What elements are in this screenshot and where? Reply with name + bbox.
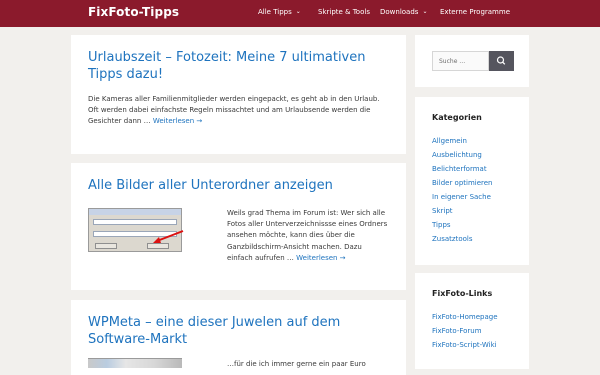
post-excerpt: …für die ich immer gerne ein paar Euro	[227, 359, 366, 370]
post-card: Alle Bilder aller Unterordner anzeigen W…	[71, 163, 406, 290]
category-link-zusatztools[interactable]: Zusatztools	[432, 235, 473, 243]
main-navigation: Alle Tipps ⌄ Skripte & Tools Downloads ⌄ E…	[0, 0, 600, 27]
post-title-link[interactable]: Urlaubszeit – Fotozeit: Meine 7 ultimati…	[88, 49, 366, 83]
read-more-link[interactable]: Weiterlesen →	[296, 254, 345, 262]
excerpt-line: Fotos aller Unterverzeichnissse eines Or…	[227, 220, 388, 229]
excerpt-line: Gesichter dann …	[88, 117, 151, 126]
post-title-line: Software-Markt	[88, 332, 188, 347]
post-thumbnail[interactable]	[88, 358, 182, 368]
search-input[interactable]	[432, 51, 489, 71]
external-link-homepage[interactable]: FixFoto-Homepage	[432, 313, 498, 321]
search-widget	[415, 35, 529, 87]
fixfoto-links-widget: FixFoto-Links FixFoto-Homepage FixFoto-F…	[415, 273, 529, 369]
red-arrow-icon	[153, 230, 184, 243]
post-title-line: Tipps dazu!	[88, 67, 164, 82]
post-title-link[interactable]: Alle Bilder aller Unterordner anzeigen	[88, 177, 333, 194]
chevron-down-icon: ⌄	[295, 8, 301, 15]
nav-item-alle-tipps[interactable]: Alle Tipps ⌄	[258, 8, 301, 16]
widget-title: FixFoto-Links	[432, 289, 493, 298]
nav-item-downloads[interactable]: Downloads ⌄	[380, 8, 427, 16]
excerpt-line: Weils grad Thema im Forum ist: Wer sich …	[227, 209, 386, 217]
category-link-belichterformat[interactable]: Belichterformat	[432, 165, 487, 173]
post-card: WPMeta – eine dieser Juwelen auf dem Sof…	[71, 300, 406, 375]
site-header: FixFoto-Tipps Alle Tipps ⌄ Skripte & Tool…	[0, 0, 600, 27]
nav-item-label: Externe Programme	[440, 8, 510, 16]
post-title-link[interactable]: WPMeta – eine dieser Juwelen auf dem Sof…	[88, 314, 340, 348]
excerpt-line: ansehen möchte, kann dies über die	[227, 231, 355, 240]
post-thumbnail[interactable]	[88, 208, 184, 252]
excerpt-line: einfach aufrufen …	[227, 253, 294, 262]
nav-item-skripte-tools[interactable]: Skripte & Tools	[318, 8, 370, 16]
category-link-skript[interactable]: Skript	[432, 207, 453, 215]
category-link-allgemein[interactable]: Allgemein	[432, 137, 467, 145]
post-title-line: Urlaubszeit – Fotozeit: Meine 7 ultimati…	[88, 50, 366, 65]
category-link-tipps[interactable]: Tipps	[432, 221, 451, 229]
excerpt-line: …für die ich immer gerne ein paar Euro	[227, 360, 366, 368]
post-title-line: Alle Bilder aller Unterordner anzeigen	[88, 178, 333, 193]
search-button[interactable]	[489, 51, 514, 71]
widget-title: Kategorien	[432, 113, 482, 122]
post-excerpt: Weils grad Thema im Forum ist: Wer sich …	[227, 208, 387, 264]
dialog-button	[95, 243, 117, 249]
nav-item-label: Skripte & Tools	[318, 8, 370, 16]
categories-widget: Kategorien Allgemein Ausbelichtung Belic…	[415, 97, 529, 265]
read-more-link[interactable]: Weiterlesen →	[153, 117, 202, 125]
post-title-line: WPMeta – eine dieser Juwelen auf dem	[88, 315, 341, 330]
external-link-script-wiki[interactable]: FixFoto-Script-Wiki	[432, 341, 497, 349]
nav-item-label: Downloads	[380, 8, 419, 16]
category-link-bilder-optimieren[interactable]: Bilder optimieren	[432, 179, 493, 187]
external-link-forum[interactable]: FixFoto-Forum	[432, 327, 482, 335]
nav-item-label: Alle Tipps	[258, 8, 292, 16]
excerpt-line: Die Kameras aller Familienmitglieder wer…	[88, 95, 380, 103]
post-card: Urlaubszeit – Fotozeit: Meine 7 ultimati…	[71, 35, 406, 154]
excerpt-line: Oft werden dabei einfachste Regeln missa…	[88, 106, 371, 115]
dialog-field	[93, 219, 177, 225]
dialog-titlebar	[89, 209, 181, 215]
category-link-ausbelichtung[interactable]: Ausbelichtung	[432, 151, 482, 159]
post-excerpt: Die Kameras aller Familienmitglieder wer…	[88, 94, 380, 128]
nav-item-externe-programme[interactable]: Externe Programme	[440, 8, 510, 16]
category-link-in-eigener-sache[interactable]: In eigener Sache	[432, 193, 491, 201]
excerpt-line: Ganzbildschirm-Ansicht machen. Dazu	[227, 242, 362, 251]
search-icon	[496, 56, 506, 65]
chevron-down-icon: ⌄	[422, 8, 428, 15]
